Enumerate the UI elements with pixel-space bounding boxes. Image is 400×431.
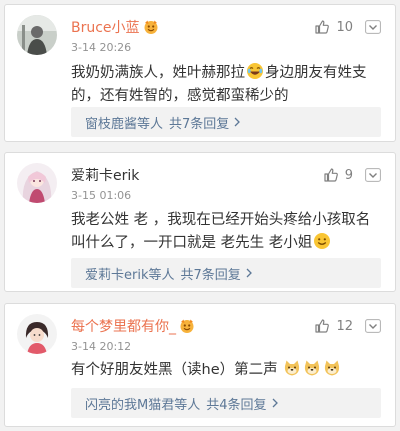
avatar[interactable] xyxy=(17,163,57,203)
like-button[interactable]: 9 xyxy=(323,167,353,183)
avatar[interactable] xyxy=(17,15,57,55)
more-options-button[interactable] xyxy=(365,319,381,333)
chevron-down-icon xyxy=(365,319,381,333)
more-options-button[interactable] xyxy=(365,20,381,34)
comment-actions: 10 xyxy=(314,19,381,35)
username[interactable]: 每个梦里都有你_ xyxy=(71,316,195,336)
avatar[interactable] xyxy=(17,314,57,354)
like-count: 9 xyxy=(344,167,353,183)
comment-text: 我老公姓 老 ，我现在已经开始头疼给小孩取名叫什么了，一开口就是 老先生 老小姐 xyxy=(71,212,371,251)
chevron-right-icon xyxy=(272,398,278,408)
doge-emoji-icon xyxy=(323,359,341,377)
reply-summary[interactable]: 闪亮的我M猫君等人 共4条回复 xyxy=(71,388,381,418)
username[interactable]: Bruce小蓝 xyxy=(71,17,159,37)
comment-actions: 9 xyxy=(323,167,381,183)
smile-emoji-icon xyxy=(313,232,331,250)
reply-users-link[interactable]: 闪亮的我M猫君等人 xyxy=(85,394,200,413)
chevron-down-icon xyxy=(365,168,381,182)
thumbs-up-icon xyxy=(315,319,330,333)
reply-summary[interactable]: 爱莉卡erik等人 共7条回复 xyxy=(71,258,381,288)
comment-time: 3-15 01:06 xyxy=(71,189,132,202)
thumbs-up-icon xyxy=(315,20,330,34)
comment-card: 爱莉卡erik 3-15 01:06 9 我老公姓 老 ，我现在已经开始头疼给小… xyxy=(4,152,396,292)
username-text[interactable]: 爱莉卡erik xyxy=(71,165,139,185)
doge-emoji-icon xyxy=(303,359,321,377)
comment-actions: 12 xyxy=(314,318,381,334)
comment-text: 有个好朋友姓黑（读he）第二声 xyxy=(71,359,381,382)
reply-summary[interactable]: 窗枝鹿酱等人 共7条回复 xyxy=(71,107,381,137)
username-text[interactable]: Bruce小蓝 xyxy=(71,17,140,37)
username[interactable]: 爱莉卡erik xyxy=(71,165,139,185)
like-button[interactable]: 12 xyxy=(314,318,353,334)
comment-text: 我奶奶满族人，姓叶赫那拉 身边朋友有姓支的，还有姓智的，感觉都蛮稀少的 xyxy=(71,62,381,108)
chevron-right-icon xyxy=(234,117,241,127)
chevron-right-icon xyxy=(246,268,252,278)
comment-time: 3-14 20:12 xyxy=(71,340,132,353)
reply-count-link[interactable]: 共4条回复 xyxy=(206,394,266,413)
username-text[interactable]: 每个梦里都有你_ xyxy=(71,316,176,336)
like-count: 12 xyxy=(336,318,353,334)
comment-time: 3-14 20:26 xyxy=(71,41,132,54)
comment-card: Bruce小蓝 3-14 20:26 10 我奶奶满族人，姓叶赫那拉 身边朋友有姓… xyxy=(4,4,396,142)
laughing-tears-emoji-icon xyxy=(246,62,264,80)
reply-count-link[interactable]: 共7条回复 xyxy=(180,264,240,283)
more-options-button[interactable] xyxy=(365,168,381,182)
reply-users-link[interactable]: 爱莉卡erik等人 xyxy=(85,264,174,283)
like-button[interactable]: 10 xyxy=(314,19,353,35)
like-count: 10 xyxy=(336,19,353,35)
fan-badge-icon xyxy=(143,19,159,35)
reply-users-link[interactable]: 窗枝鹿酱等人 xyxy=(85,113,163,132)
reply-count-link[interactable]: 共7条回复 xyxy=(169,113,229,132)
chevron-down-icon xyxy=(365,20,381,34)
doge-emoji-icon xyxy=(283,359,301,377)
fan-badge-icon xyxy=(179,318,195,334)
thumbs-up-icon xyxy=(324,168,338,182)
comment-card: 每个梦里都有你_ 3-14 20:12 12 有个好朋友姓黑（读he）第二声 闪… xyxy=(4,303,396,427)
